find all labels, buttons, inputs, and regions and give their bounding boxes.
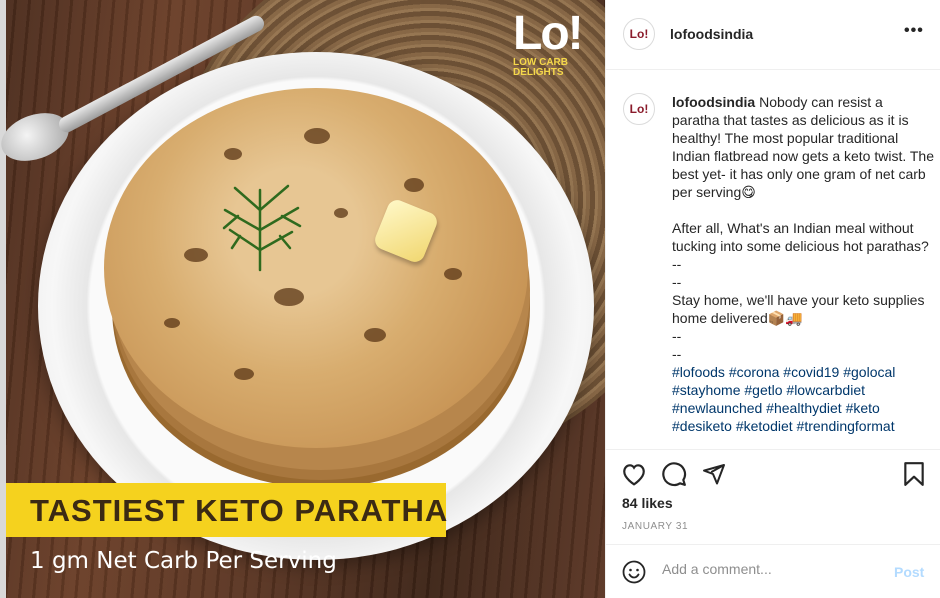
comment-bar: Post: [606, 544, 940, 598]
paratha-top: [104, 88, 528, 448]
spoon-bowl: [0, 104, 76, 170]
caption-text: lofoodsindia Nobody can resist a paratha…: [672, 93, 934, 435]
caption-avatar[interactable]: Lo!: [623, 93, 655, 125]
comment-input[interactable]: [662, 561, 872, 577]
banner-title: TASTIEST KETO PARATHA: [30, 493, 449, 528]
more-options-icon[interactable]: •••: [904, 22, 924, 40]
instagram-post-modal: Lo! LOW CARB DELIGHTS TASTIEST KETO PARA…: [0, 0, 940, 598]
likes-count[interactable]: 84 likes: [622, 495, 673, 511]
caption-hashtags[interactable]: #lofoods #corona #covid19 #golocal #stay…: [672, 364, 899, 434]
avatar-text: Lo!: [629, 27, 649, 41]
caption-body: Nobody can resist a paratha that tastes …: [672, 94, 935, 362]
post-image[interactable]: Lo! LOW CARB DELIGHTS TASTIEST KETO PARA…: [0, 0, 605, 598]
header-username[interactable]: lofoodsindia: [670, 26, 753, 42]
logo-tagline-2: DELIGHTS: [513, 67, 564, 78]
brand-logo: Lo! LOW CARB DELIGHTS: [513, 10, 593, 80]
caption-avatar-text: Lo!: [629, 102, 649, 116]
caption-username[interactable]: lofoodsindia: [672, 94, 755, 110]
heart-icon[interactable]: [620, 460, 648, 488]
bookmark-icon[interactable]: [900, 460, 928, 488]
caption-section[interactable]: Lo! lofoodsindia Nobody can resist a par…: [606, 71, 940, 449]
smiley-icon[interactable]: [622, 560, 646, 584]
logo-mark: Lo!: [513, 7, 584, 60]
post-comment-button[interactable]: Post: [894, 564, 924, 580]
comment-icon[interactable]: [660, 460, 688, 488]
post-date[interactable]: JANUARY 31: [622, 521, 688, 532]
avatar[interactable]: Lo!: [623, 18, 655, 50]
post-header: Lo! lofoodsindia •••: [606, 0, 940, 70]
share-icon[interactable]: [700, 460, 728, 488]
post-sidebar: Lo! lofoodsindia ••• Lo! lofoodsindia No…: [605, 0, 940, 598]
post-actions: 84 likes JANUARY 31: [606, 449, 940, 544]
dill-garnish: [222, 184, 302, 272]
banner-subtitle: 1 gm Net Carb Per Serving: [30, 548, 337, 574]
